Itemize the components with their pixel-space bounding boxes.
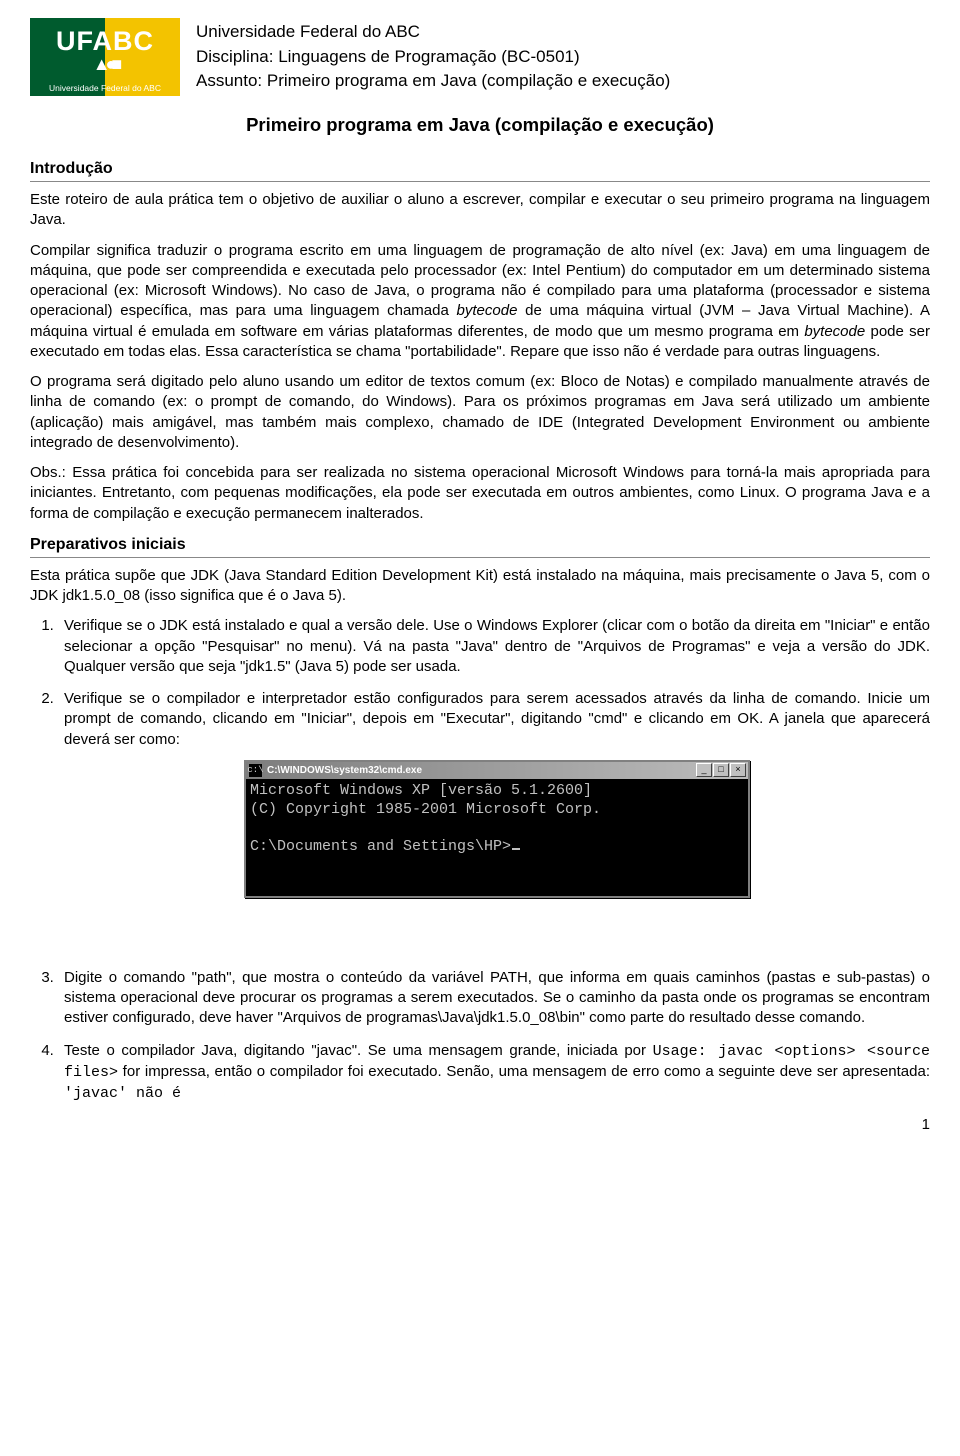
intro-paragraph-3: O programa será digitado pelo aluno usan… <box>30 372 930 453</box>
cmd-body: Microsoft Windows XP [versão 5.1.2600] (… <box>246 779 748 896</box>
cmd-window-buttons: _ □ × <box>696 763 746 777</box>
term-bytecode: bytecode <box>804 323 865 340</box>
cmd-screenshot-wrap: c:\ C:\WINDOWS\system32\cmd.exe _ □ × Mi… <box>64 760 930 898</box>
cmd-line-2: (C) Copyright 1985-2001 Microsoft Corp. <box>250 801 601 818</box>
cursor-icon <box>512 848 520 850</box>
cmd-prompt: C:\Documents and Settings\HP> <box>250 838 511 855</box>
logo-shapes-icon: ▲●■ <box>30 54 180 75</box>
cmd-icon: c:\ <box>248 763 263 778</box>
document-header: UFABC ▲●■ Universidade Federal do ABC Un… <box>30 18 930 96</box>
section-heading-intro: Introdução <box>30 158 930 182</box>
prep-step-1: Verifique se o JDK está instalado e qual… <box>58 616 930 677</box>
document-page: UFABC ▲●■ Universidade Federal do ABC Un… <box>0 0 960 1153</box>
page-title: Primeiro programa em Java (compilação e … <box>30 114 930 136</box>
prep-step-3: Digite o comando "path", que mostra o co… <box>58 968 930 1029</box>
intro-paragraph-1: Este roteiro de aula prática tem o objet… <box>30 190 930 231</box>
cmd-line-1: Microsoft Windows XP [versão 5.1.2600] <box>250 782 592 799</box>
close-button[interactable]: × <box>730 763 746 777</box>
header-line-subject: Assunto: Primeiro programa em Java (comp… <box>196 69 670 94</box>
cmd-window: c:\ C:\WINDOWS\system32\cmd.exe _ □ × Mi… <box>244 760 750 898</box>
cmd-title-text: C:\WINDOWS\system32\cmd.exe <box>267 764 696 778</box>
code-error: 'javac' não é <box>64 1085 181 1102</box>
prep-step-4: Teste o compilador Java, digitando "java… <box>58 1041 930 1105</box>
header-line-discipline: Disciplina: Linguagens de Programação (B… <box>196 45 670 70</box>
minimize-button[interactable]: _ <box>696 763 712 777</box>
intro-paragraph-4: Obs.: Essa prática foi concebida para se… <box>30 463 930 524</box>
logo-subtext: Universidade Federal do ABC <box>30 83 180 93</box>
header-line-university: Universidade Federal do ABC <box>196 20 670 45</box>
logo-main-text: UFABC <box>30 26 180 57</box>
intro-paragraph-2: Compilar significa traduzir o programa e… <box>30 241 930 363</box>
header-text-block: Universidade Federal do ABC Disciplina: … <box>196 18 670 94</box>
prep-intro-paragraph: Esta prática supõe que JDK (Java Standar… <box>30 566 930 607</box>
prep-steps-list: Verifique se o JDK está instalado e qual… <box>30 616 930 1104</box>
maximize-button[interactable]: □ <box>713 763 729 777</box>
page-number: 1 <box>30 1116 930 1133</box>
term-bytecode: bytecode <box>457 302 518 319</box>
section-heading-prep: Preparativos iniciais <box>30 534 930 558</box>
cmd-titlebar: c:\ C:\WINDOWS\system32\cmd.exe _ □ × <box>246 762 748 779</box>
prep-step-2: Verifique se o compilador e interpretado… <box>58 689 930 898</box>
ufabc-logo: UFABC ▲●■ Universidade Federal do ABC <box>30 18 180 96</box>
